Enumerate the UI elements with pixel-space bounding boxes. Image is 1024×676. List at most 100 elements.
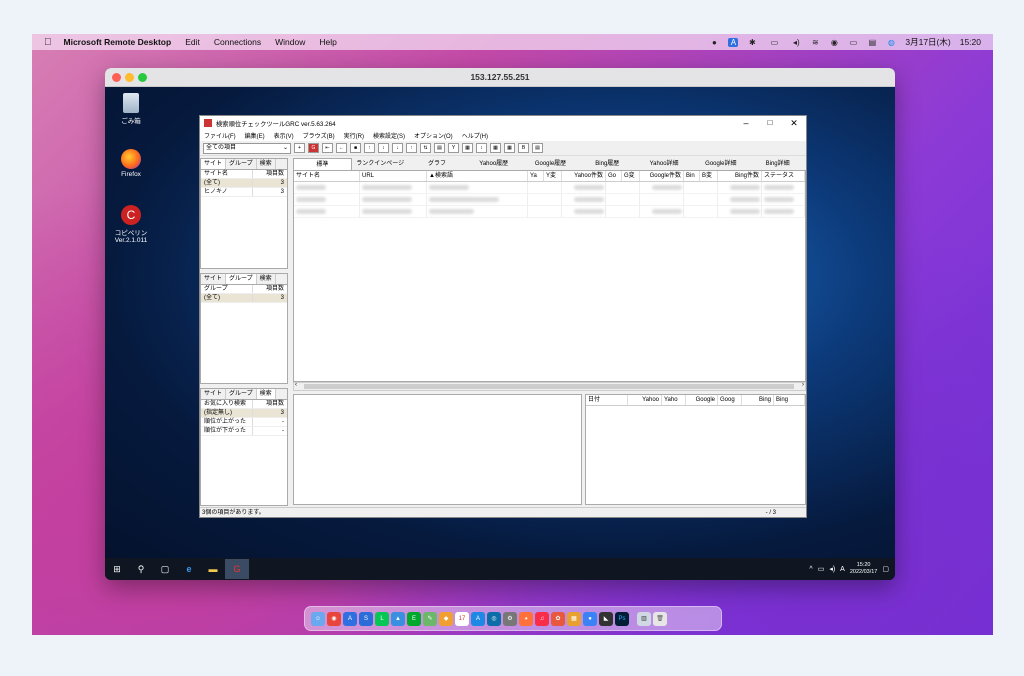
photoshop-icon[interactable]: Ps [615,611,629,626]
app-menu[interactable]: Microsoft Remote Desktop [64,37,172,47]
task-view-icon[interactable]: ▢ [153,564,177,575]
search-icon[interactable]: ⚲ [129,564,153,575]
column-header[interactable]: B変 [700,171,718,181]
minimize-button[interactable] [125,73,134,82]
tab-group[interactable]: グループ [226,274,257,284]
column-header[interactable]: Yahoo件数 [562,171,606,181]
tab-rankin[interactable]: ランクインページ [352,158,409,170]
notes-icon[interactable]: ✎ [423,611,437,626]
tab-google-history[interactable]: Google履歴 [522,158,579,170]
column-header[interactable]: サイト名 [294,171,360,181]
xcode-icon[interactable]: A [471,611,485,626]
apple-icon[interactable]:  [44,37,52,48]
column-header[interactable]: お気に入り検索 [201,400,253,408]
column-header[interactable]: Google [686,395,718,405]
menu-file[interactable]: ファイル(F) [204,131,236,140]
minimize-icon[interactable]: – [734,116,758,130]
tab-yahoo-detail[interactable]: Yahoo詳細 [636,158,693,170]
tab-graph[interactable]: グラフ [409,158,466,170]
s-app-icon[interactable]: S [359,611,373,626]
tab-standard[interactable]: 標準 [293,158,352,170]
menu-connections[interactable]: Connections [214,37,261,47]
tool-icon-6[interactable]: ↓ [392,143,403,153]
column-header[interactable]: 項目数 [253,400,287,408]
column-header[interactable]: URL [360,171,427,181]
tool-icon-15[interactable]: B [518,143,529,153]
tab-google-detail[interactable]: Google詳細 [692,158,749,170]
column-header[interactable]: ▲検索語 [427,171,528,181]
column-header[interactable]: Google件数 [640,171,684,181]
scrollbar-thumb[interactable] [304,384,794,389]
tool-icon-5[interactable]: ↕ [378,143,389,153]
column-header[interactable]: Go [606,171,622,181]
column-header[interactable]: Ya [528,171,544,181]
launchpad-icon[interactable]: ▦ [567,611,581,626]
trash-icon[interactable]: 🗑 [653,611,667,626]
tool-icon-3[interactable]: ■ [350,143,361,153]
column-header[interactable]: Bing件数 [718,171,762,181]
tab-group[interactable]: グループ [226,159,257,169]
volume-icon[interactable]: ◂) [791,38,801,47]
tray-chevron-icon[interactable]: ^ [809,566,812,573]
tool-icon-2[interactable]: ← [336,143,347,153]
column-header[interactable]: Y変 [544,171,562,181]
list-item[interactable]: (全て) 3 [201,294,287,303]
tool-icon-16[interactable]: ▤ [532,143,543,153]
tool-icon-10[interactable]: Y [448,143,459,153]
close-button[interactable] [112,73,121,82]
menu-browse[interactable]: ブラウズ(B) [303,131,335,140]
scroll-right-icon[interactable]: › [802,382,804,388]
tab-bing-history[interactable]: Bing履歴 [579,158,636,170]
tab-search[interactable]: 検索 [257,274,276,284]
table-row[interactable] [294,182,805,194]
notification-icon[interactable]: ▢ [882,565,889,573]
table-row[interactable] [294,194,805,206]
scroll-left-icon[interactable]: ‹ [295,382,297,388]
windows-start-icon[interactable]: ⊞ [105,564,129,575]
tab-search[interactable]: 検索 [257,159,276,169]
grc-run-icon[interactable]: G [308,143,319,153]
tab-bing-detail[interactable]: Bing詳細 [749,158,806,170]
network-icon[interactable]: ▭ [818,565,825,573]
add-icon[interactable]: + [294,143,305,153]
column-header[interactable]: Yaho [662,395,686,405]
column-header[interactable]: 項目数 [253,285,287,293]
tab-search[interactable]: 検索 [256,389,276,399]
tab-site[interactable]: サイト [201,274,227,284]
menubar-time[interactable]: 15:20 [960,37,981,47]
grc-taskbar-icon[interactable]: G [225,559,249,579]
menu-run[interactable]: 実行(R) [344,131,364,140]
menu-help[interactable]: Help [319,37,336,47]
tab-group[interactable]: グループ [226,389,257,399]
app-store-icon[interactable]: A [343,611,357,626]
window-titlebar[interactable]: 153.127.55.251 [105,68,895,87]
downloads-folder-icon[interactable]: ▥ [637,611,651,626]
tab-yahoo-history[interactable]: Yahoo履歴 [465,158,522,170]
siri-icon[interactable]: ◍ [886,38,896,47]
tool-icon-7[interactable]: ↑ [406,143,417,153]
menu-window[interactable]: Window [275,37,305,47]
evernote-icon[interactable]: ● [709,38,719,47]
safari-icon[interactable]: ◎ [487,611,501,626]
zoom-button[interactable] [138,73,147,82]
menu-options[interactable]: オプション(O) [414,131,453,140]
tool-icon-8[interactable]: ⇅ [420,143,431,153]
taskbar-clock[interactable]: 15:20 2022/03/17 [850,562,878,576]
list-item[interactable]: ヒノキノ 3 [201,188,287,197]
list-item[interactable]: (指定無し) 3 [201,409,287,418]
user-icon[interactable]: ◉ [829,38,839,47]
filter-select[interactable]: 全ての項目 ⌄ [203,142,291,154]
menu-view[interactable]: 表示(V) [274,131,294,140]
list-item[interactable]: 順位が上がった - [201,418,287,427]
column-header[interactable]: Bing [742,395,774,405]
control-center-icon[interactable]: ▤ [867,38,877,47]
calendar-icon[interactable]: 17 [455,611,469,626]
bluetooth-icon[interactable]: ✱ [747,38,757,47]
column-header[interactable]: G変 [622,171,640,181]
tool-icon-11[interactable]: ▦ [462,143,473,153]
evernote-icon[interactable]: E [407,611,421,626]
column-header[interactable]: Goog [718,395,742,405]
tool-icon-1[interactable]: ⇤ [322,143,333,153]
sketch-icon[interactable]: ◆ [439,611,453,626]
column-header[interactable]: ステータス [762,171,805,181]
